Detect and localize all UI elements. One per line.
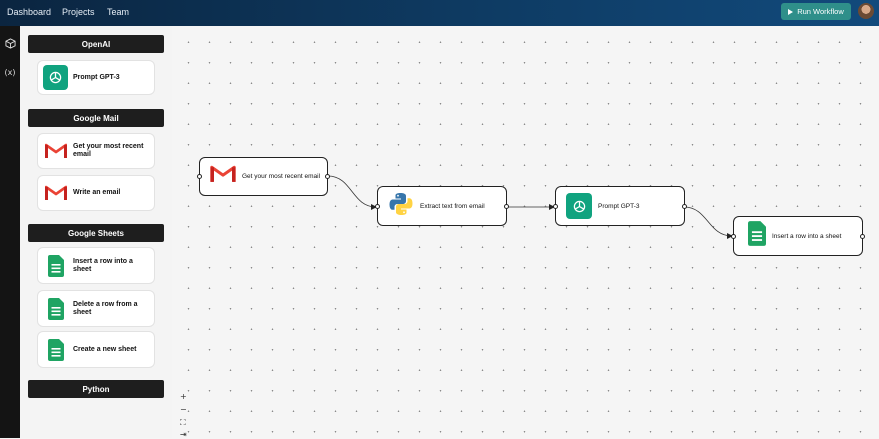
openai-icon xyxy=(566,193,592,219)
workflow-node-prompt-gpt3[interactable]: Prompt GPT-3 xyxy=(553,186,687,226)
zoom-out-icon[interactable]: − xyxy=(180,405,187,414)
workflow-node-label: Prompt GPT-3 xyxy=(598,202,640,210)
fit-view-icon[interactable]: ⛶ xyxy=(180,418,186,428)
input-port[interactable] xyxy=(731,233,736,239)
output-port[interactable] xyxy=(504,203,509,209)
workflow-node-get-email[interactable]: Get your most recent email xyxy=(197,157,330,196)
output-port[interactable] xyxy=(860,233,865,239)
workflow-node-insert-row[interactable]: Insert a row into a sheet xyxy=(731,216,865,256)
workflow-node-label: Insert a row into a sheet xyxy=(772,232,842,240)
output-port[interactable] xyxy=(682,203,687,209)
python-icon xyxy=(388,191,414,222)
input-port[interactable] xyxy=(375,203,380,209)
edge-email-to-python xyxy=(327,175,377,208)
workflow-node-extract-text[interactable]: Extract text from email xyxy=(375,186,509,226)
workflow-node-label: Extract text from email xyxy=(420,202,485,210)
gmail-icon xyxy=(210,165,236,188)
edge-gpt-to-sheet xyxy=(683,206,733,237)
output-port[interactable] xyxy=(325,174,330,179)
workflow-node-label: Get your most recent email xyxy=(242,173,321,180)
sheets-icon xyxy=(748,221,766,251)
input-port[interactable] xyxy=(553,203,558,209)
input-port[interactable] xyxy=(197,174,202,179)
zoom-in-icon[interactable]: + xyxy=(180,392,187,401)
